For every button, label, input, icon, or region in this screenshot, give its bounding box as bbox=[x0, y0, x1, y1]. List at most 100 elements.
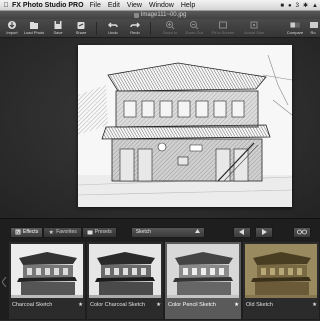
fit-to-screen-label: Fit to Screen bbox=[211, 30, 235, 35]
tab-effects-label: Effects bbox=[23, 229, 39, 235]
category-value: Sketch bbox=[135, 229, 152, 235]
import-icon bbox=[7, 20, 17, 30]
effect-thumbnail-selected[interactable]: Color Pencil Sketch ★ bbox=[165, 242, 241, 319]
menu-bar:  FX Photo Studio PRO File Edit View Win… bbox=[0, 0, 320, 11]
rotate-icon bbox=[308, 20, 318, 30]
compare-label: Compare bbox=[286, 30, 304, 35]
menu-edit[interactable]: Edit bbox=[108, 2, 120, 9]
menu-window[interactable]: Window bbox=[149, 2, 174, 9]
star-icon: ★ bbox=[48, 229, 54, 236]
thumbnail-caption: Color Charcoal Sketch ★ bbox=[87, 299, 163, 311]
compare-button[interactable]: Compare bbox=[284, 19, 306, 38]
import-label: Import bbox=[6, 30, 18, 35]
thumbnail-caption: Charcoal Sketch ★ bbox=[9, 299, 85, 311]
wifi-icon[interactable]: ▲ bbox=[312, 3, 318, 9]
toolbar: Import Load Photo Save Share Undo Redo Z… bbox=[0, 19, 320, 38]
thumbnail-image bbox=[245, 244, 317, 298]
zoom-in-button[interactable]: Zoom In bbox=[158, 19, 182, 38]
redo-label: Redo bbox=[130, 30, 140, 35]
arrow-right-icon bbox=[261, 229, 267, 235]
toolbar-separator bbox=[150, 22, 151, 35]
zoom-out-icon bbox=[189, 20, 199, 30]
effects-panel: fx Effects ★ Favorites Presets Sketch Ch… bbox=[0, 218, 320, 320]
actual-size-label: Actual Size bbox=[243, 30, 264, 35]
favorite-star-icon[interactable]: ★ bbox=[234, 302, 239, 308]
menu-app-name[interactable]: FX Photo Studio PRO bbox=[12, 2, 84, 9]
save-button[interactable]: Save bbox=[46, 19, 70, 38]
thumbnail-label: Color Charcoal Sketch bbox=[90, 302, 146, 308]
save-label: Save bbox=[53, 30, 63, 35]
status-icon[interactable]: ■ bbox=[280, 3, 284, 9]
undo-icon bbox=[108, 20, 118, 30]
favorite-star-icon[interactable]: ★ bbox=[156, 302, 161, 308]
status-icon[interactable]: ● bbox=[288, 3, 292, 9]
fit-to-screen-button[interactable]: Fit to Screen bbox=[207, 19, 239, 38]
zoom-out-button[interactable]: Zoom Out bbox=[182, 19, 206, 38]
thumbnail-caption: Color Pencil Sketch ★ bbox=[165, 299, 241, 311]
thumbnail-label: Charcoal Sketch bbox=[12, 302, 53, 308]
thumbnail-label: Old Sketch bbox=[246, 302, 273, 308]
redo-button[interactable]: Redo bbox=[123, 19, 147, 38]
effects-toolbar: fx Effects ★ Favorites Presets Sketch bbox=[10, 226, 320, 238]
fit-to-screen-icon bbox=[218, 20, 228, 30]
zoom-in-icon bbox=[165, 20, 175, 30]
folder-icon bbox=[29, 20, 39, 30]
effects-icon: fx bbox=[15, 229, 21, 235]
menu-status-area: ■ ● 3 ✱ ▲ bbox=[280, 0, 318, 11]
toolbar-separator bbox=[96, 22, 97, 35]
menu-file[interactable]: File bbox=[90, 2, 101, 9]
menu-help[interactable]: Help bbox=[181, 2, 195, 9]
load-photo-label: Load Photo bbox=[23, 30, 45, 35]
bluetooth-icon[interactable]: ✱ bbox=[303, 2, 308, 9]
zoom-in-label: Zoom In bbox=[162, 30, 178, 35]
thumbnail-image bbox=[11, 244, 83, 298]
actual-size-icon bbox=[249, 20, 259, 30]
tab-effects[interactable]: fx Effects bbox=[10, 226, 44, 238]
zoom-out-label: Zoom Out bbox=[185, 30, 203, 35]
photo-canvas[interactable] bbox=[78, 45, 292, 207]
window-title-bar: Image111~00.jpg bbox=[0, 11, 320, 19]
previous-button[interactable] bbox=[232, 226, 251, 238]
tab-presets-label: Presets bbox=[94, 229, 112, 235]
effect-thumbnail[interactable]: Old Sketch ★ bbox=[243, 242, 319, 319]
menu-view[interactable]: View bbox=[127, 2, 142, 9]
favorite-star-icon[interactable]: ★ bbox=[312, 302, 317, 308]
effect-thumbnail[interactable]: Color Charcoal Sketch ★ bbox=[87, 242, 163, 319]
workspace bbox=[0, 38, 320, 218]
thumbnail-caption: Old Sketch ★ bbox=[243, 299, 319, 311]
effect-thumbnail[interactable]: Charcoal Sketch ★ bbox=[9, 242, 85, 319]
share-button[interactable]: Share bbox=[69, 19, 93, 38]
load-photo-button[interactable]: Load Photo bbox=[22, 19, 46, 38]
tab-favorites[interactable]: ★ Favorites bbox=[43, 226, 82, 238]
undo-label: Undo bbox=[108, 30, 118, 35]
next-button[interactable] bbox=[254, 226, 273, 238]
compare-icon bbox=[290, 20, 300, 30]
thumbnail-image bbox=[167, 244, 239, 298]
thumbnail-image bbox=[89, 244, 161, 298]
share-label: Share bbox=[75, 30, 87, 35]
sketch-photo bbox=[78, 45, 292, 207]
save-icon bbox=[53, 20, 63, 30]
apple-icon[interactable]:  bbox=[0, 2, 12, 9]
undo-button[interactable]: Undo bbox=[101, 19, 125, 38]
dropdown-arrow-icon bbox=[194, 229, 200, 235]
tab-favorites-label: Favorites bbox=[56, 229, 77, 235]
folder-icon bbox=[87, 229, 93, 235]
import-button[interactable]: Import bbox=[0, 19, 24, 38]
rotate-label: Ro bbox=[310, 30, 316, 35]
tab-presets[interactable]: Presets bbox=[81, 226, 117, 238]
share-icon bbox=[76, 20, 86, 30]
window-title: Image111~00.jpg bbox=[140, 12, 187, 18]
rotate-button[interactable]: Ro bbox=[306, 19, 320, 38]
redo-icon bbox=[130, 20, 140, 30]
favorite-star-icon[interactable]: ★ bbox=[78, 302, 83, 308]
strip-left-arrow[interactable] bbox=[0, 272, 8, 292]
actual-size-button[interactable]: Actual Size bbox=[240, 19, 268, 38]
glasses-icon bbox=[296, 229, 307, 235]
glasses-button[interactable] bbox=[292, 226, 311, 238]
chevron-left-icon bbox=[1, 277, 6, 287]
arrow-left-icon bbox=[238, 229, 244, 235]
thumbnail-label: Color Pencil Sketch bbox=[168, 302, 216, 308]
status-number[interactable]: 3 bbox=[296, 3, 299, 9]
category-dropdown[interactable]: Sketch bbox=[130, 226, 205, 238]
